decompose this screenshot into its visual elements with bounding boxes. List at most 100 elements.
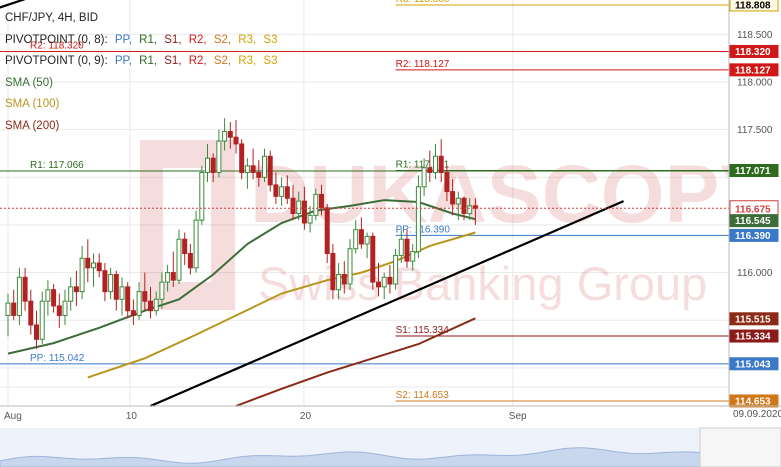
chart-stage: DUKASCOPYSwiss Banking GroupR3: 118.808R… [0,0,781,467]
legend-pivot-1-r3: R3, [238,33,257,46]
candle-body [119,286,125,300]
candle-body [239,143,245,174]
candle-body [170,272,176,281]
price-tag-label: 115.043 [735,359,771,370]
candle-body [262,155,267,178]
price-tick-label: 117.500 [737,125,773,136]
candle-body [91,262,96,269]
candle-body [301,200,307,224]
legend-pivot-2-pp: PP, [114,55,132,68]
candle-body [404,238,410,262]
price-tag: 116.390 [729,228,779,242]
candle [370,232,376,290]
candle-body [376,281,381,288]
candle-body [45,289,51,302]
candle-body [22,276,28,302]
candle-body [461,197,467,214]
candle-body [433,155,438,174]
legend-pivot-2-r3: R3, [238,55,257,68]
candle-body [125,286,131,312]
candle-body [336,273,342,291]
legend-pivot-1-s3: S3 [263,33,278,46]
candle-body [410,251,416,262]
price-tag-label: 116.390 [735,231,771,242]
legend-pivot-2[interactable]: PIVOTPOINT (0, 9): PP, R1, S1, R2, S2, R… [5,51,277,73]
candle-body [108,273,114,293]
candle-body [364,235,370,245]
candle-body [79,257,85,293]
candle-body [415,186,421,253]
legend-pivot-1-s2: S2, [213,33,232,46]
price-tag-label: 118.320 [735,47,771,58]
candle-body [313,193,319,216]
time-tick-label: Sep [509,411,527,422]
pivot-label-pp: PP: 115.042 [30,353,85,364]
legend-pivot-2-name: PIVOTPOINT (0, 9): [5,55,108,68]
candle-body [256,172,262,178]
candle-body [165,272,171,283]
candle-body [341,273,347,285]
legend-pivot-2-s2: S2, [213,55,232,68]
legend-pivot-1-s1: S1, [164,33,182,46]
time-tick-label: 20 [300,411,312,422]
price-tick-label: 116.000 [737,268,773,279]
legend-pivot-1-name: PIVOTPOINT (0, 8): [5,33,108,46]
candle-body [353,229,359,250]
candle-body [233,136,239,145]
candle-body [393,254,399,285]
legend-pivot-1[interactable]: PIVOTPOINT (0, 8): PP, R1, S1, R2, S2, R… [5,30,277,52]
legend-pivot-2-r1: R1, [139,55,158,68]
candle-body [216,140,222,174]
candle-body [290,197,296,214]
date-label: 09.09.2020 [733,409,781,420]
candle-body [427,167,433,174]
navigator-window [699,427,781,467]
candle-body [113,273,119,300]
pivot-label-r2: R2: 118.127 [396,59,450,70]
price-tag: 116.545 [729,214,779,228]
legend-title: CHF/JPY, 4H, BID [5,12,99,24]
candle-body [347,248,353,285]
candle-body [199,172,205,221]
candle-body [279,186,285,197]
candle-body [273,184,279,197]
candle-body [39,300,45,340]
legend-sma-50[interactable]: SMA (50) [5,73,277,95]
candle [199,165,205,225]
price-tag: 116.675 [729,200,779,217]
candle-body [267,155,273,186]
price-tag: 118.320 [729,44,779,58]
legend-pivot-1-r1: R1, [139,33,158,46]
price-tag: 115.334 [729,329,779,343]
legend-sma-200[interactable]: SMA (200) [5,116,277,138]
candle-body [56,305,62,316]
candle-body [450,191,456,205]
candle-body [11,302,17,316]
legend-pivot-1-pp: PP, [114,33,132,46]
candle-body [444,172,450,193]
candle-body [5,302,11,316]
price-tick-label: 118.000 [737,77,773,88]
candle-body [73,286,79,293]
candle-body [142,291,148,302]
candle-body [102,270,108,293]
pivot-label-pp: PP: 116.390 [396,224,451,235]
candle-body [28,300,34,326]
candle-body [467,205,473,214]
price-tick-label: 118.500 [737,30,773,41]
candle-body [136,291,142,316]
time-axis: Aug 10 20 Sep 09.09.2020 [0,405,781,422]
legend-sma-100[interactable]: SMA (100) [5,94,277,116]
candle-body [193,219,199,269]
price-tag: 117.071 [729,164,779,178]
candle-body [370,235,376,283]
time-tick-label: Aug [4,411,22,422]
legend-pivot-1-r2: R2, [188,33,207,46]
candle-body [159,281,165,300]
candle [415,175,421,259]
candle [193,210,199,273]
candle-body [307,214,313,224]
candle-body [455,197,461,205]
price-tag-label: 116.675 [735,205,771,216]
candle-body [205,157,210,174]
